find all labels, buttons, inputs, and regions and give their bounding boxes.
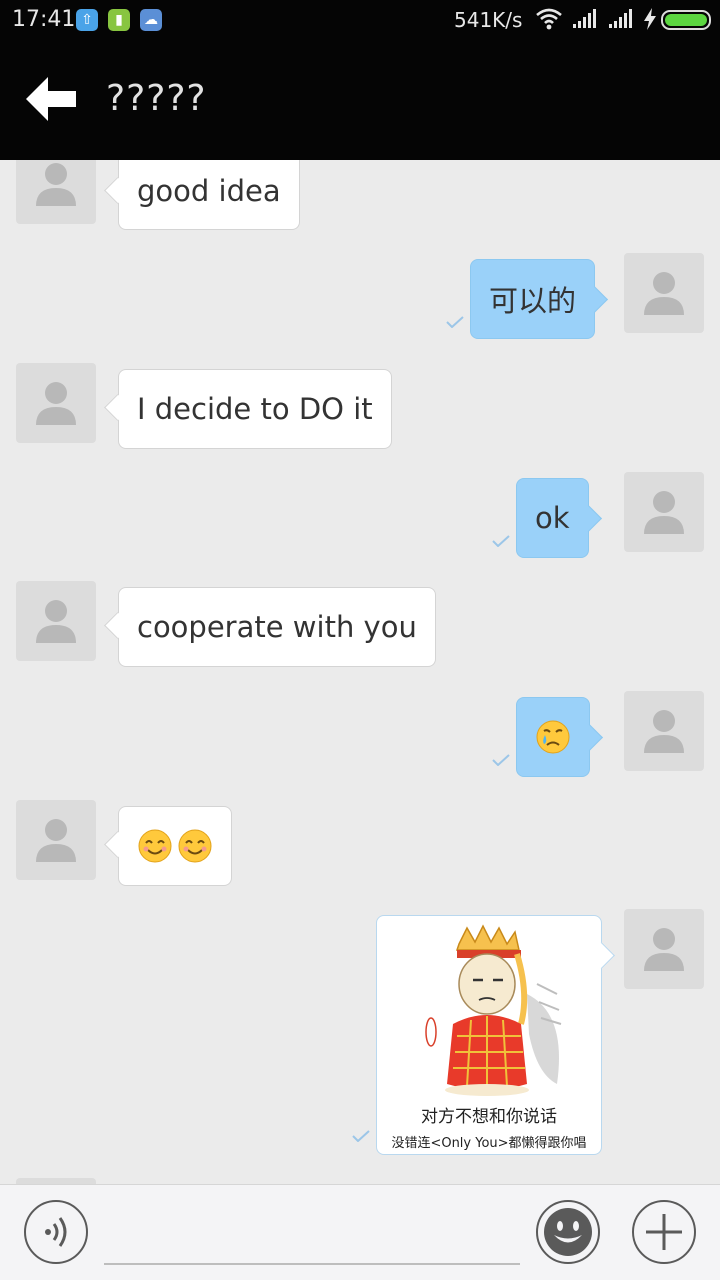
emoji-icon (544, 1208, 592, 1256)
signal-icon (609, 9, 632, 28)
read-check-icon (492, 535, 510, 547)
message-bubble[interactable]: ok (516, 478, 589, 558)
smiling-face-icon (138, 829, 172, 863)
wifi-icon (536, 8, 562, 30)
chat-title: ????? (106, 78, 207, 119)
person-icon (36, 163, 76, 206)
person-icon (644, 272, 684, 315)
avatar[interactable] (16, 581, 96, 661)
avatar[interactable] (624, 253, 704, 333)
charging-icon (644, 8, 656, 30)
voice-button[interactable] (24, 1200, 88, 1264)
status-bar: 17:41 ⇧ ▮ ☁ 541K/s (0, 0, 720, 40)
message-text: I decide to DO it (137, 392, 373, 426)
message-text: good idea (137, 174, 281, 208)
chat-area[interactable]: good idea 可以的 I decide to DO it ok coope… (0, 160, 720, 1184)
cloud-icon: ☁ (140, 9, 162, 31)
crying-face-icon (536, 720, 570, 754)
upload-icon: ⇧ (76, 9, 98, 31)
message-text: ok (535, 501, 570, 535)
more-button[interactable] (632, 1200, 696, 1264)
person-icon (644, 710, 684, 753)
avatar[interactable] (624, 472, 704, 552)
message-bubble[interactable] (516, 697, 590, 777)
avatar[interactable] (16, 800, 96, 880)
arrow-left-icon[interactable] (22, 72, 80, 126)
message-bubble[interactable]: 可以的 (470, 259, 596, 339)
person-icon (644, 928, 684, 971)
smiling-face-icon (178, 829, 212, 863)
person-icon (36, 382, 76, 425)
message-text: cooperate with you (137, 610, 417, 644)
message-input[interactable] (104, 1205, 520, 1265)
avatar[interactable] (16, 363, 96, 443)
emoji-button[interactable] (536, 1200, 600, 1264)
voice-icon (45, 1217, 67, 1247)
sticker-message[interactable]: 对方不想和你说话 没错连<Only You>都懒得跟你唱 (376, 915, 602, 1155)
battery-icon (661, 10, 711, 30)
sticker-subcaption: 没错连<Only You>都懒得跟你唱 (391, 1136, 587, 1151)
signal-icon (573, 9, 596, 28)
chat-header: ????? (0, 40, 720, 160)
message-bubble[interactable]: cooperate with you (118, 587, 436, 667)
message-text: 可以的 (489, 284, 577, 318)
avatar[interactable] (624, 909, 704, 989)
read-check-icon (446, 316, 464, 328)
message-bubble[interactable]: good idea (118, 160, 300, 230)
read-check-icon (492, 754, 510, 766)
battery-app-icon: ▮ (108, 9, 130, 31)
person-icon (644, 491, 684, 534)
avatar[interactable] (624, 691, 704, 771)
person-icon (36, 819, 76, 862)
sticker-caption: 对方不想和你说话 (421, 1107, 557, 1127)
message-bubble[interactable] (118, 806, 232, 886)
plus-icon (646, 1214, 682, 1250)
status-time: 17:41 (12, 7, 76, 32)
read-check-icon (352, 1130, 370, 1142)
avatar[interactable] (16, 160, 96, 224)
monk-sticker-illustration (425, 924, 562, 1096)
message-bubble[interactable]: I decide to DO it (118, 369, 392, 449)
person-icon (36, 600, 76, 643)
input-bar (0, 1184, 720, 1280)
net-speed: 541K/s (454, 8, 523, 32)
